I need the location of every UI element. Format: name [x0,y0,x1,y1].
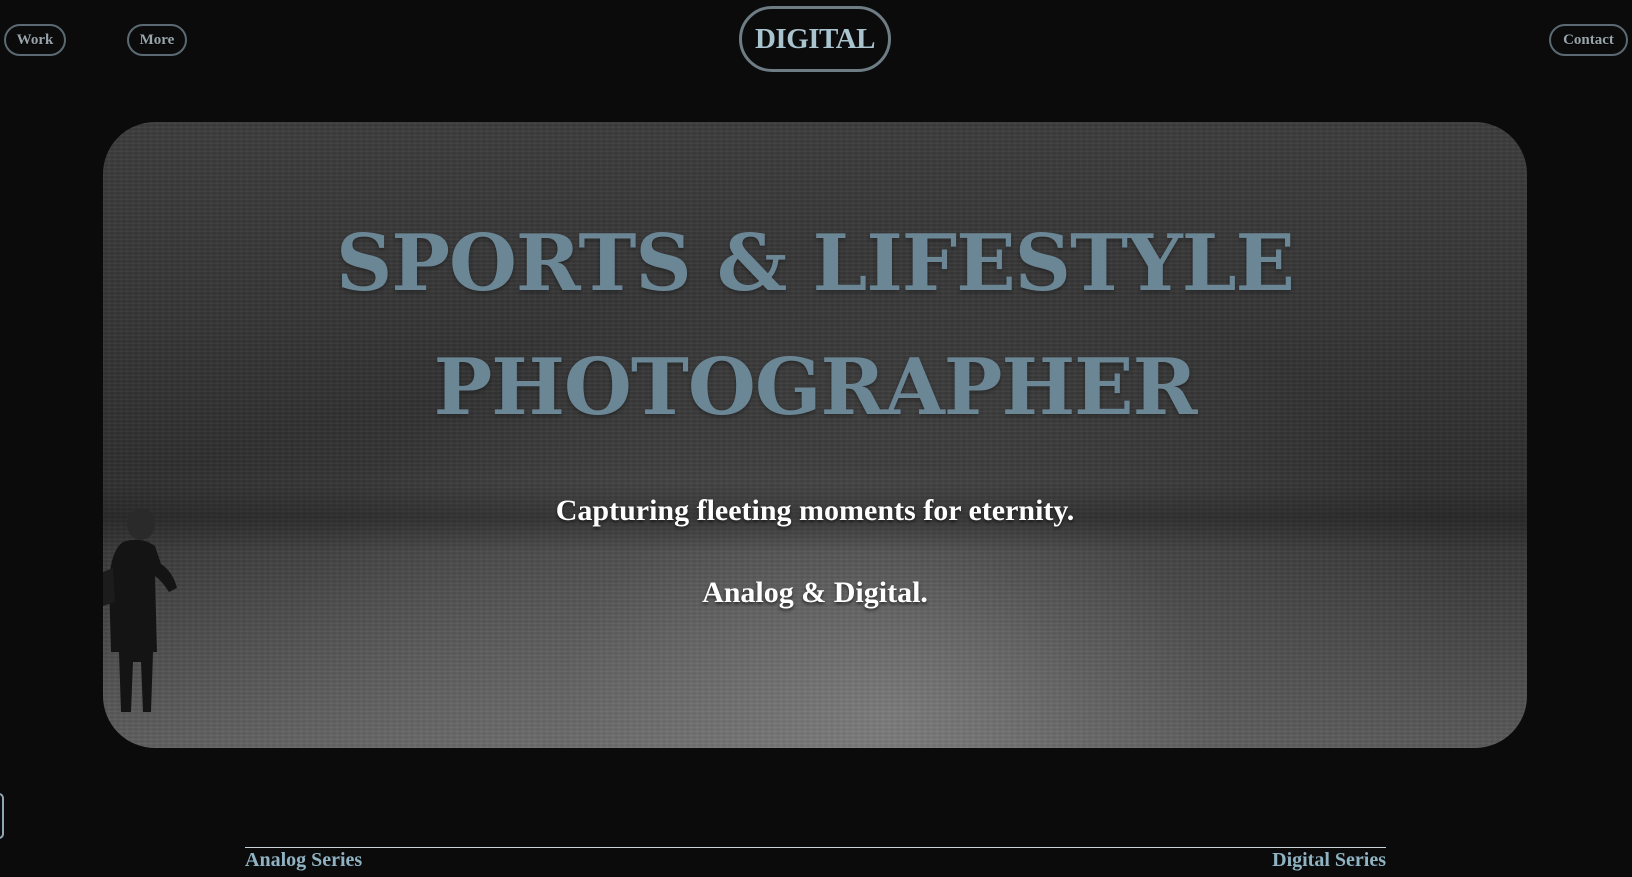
series-divider [245,847,1386,848]
hero-title-line-1: SPORTS & LIFESTYLE [336,218,1295,309]
nav-work-button[interactable]: Work [4,24,66,56]
focus-outline-indicator [0,793,4,839]
logo-button[interactable]: DIGITAL [739,6,891,72]
page: Work More DIGITAL Contact SPORTS & LIFES… [0,0,1632,877]
digital-series-link[interactable]: Digital Series [1272,849,1386,872]
hero-tagline: Capturing fleeting moments for eternity. [555,494,1075,527]
hero-banner: SPORTS & LIFESTYLE PHOTOGRAPHER Capturin… [103,122,1527,748]
nav-contact-button[interactable]: Contact [1549,24,1628,56]
analog-series-link[interactable]: Analog Series [245,849,362,872]
hero-media-note: Analog & Digital. [702,576,928,609]
nav-more-button[interactable]: More [127,24,187,56]
hero-title: SPORTS & LIFESTYLE PHOTOGRAPHER [103,202,1527,450]
person-silhouette-image [103,508,177,712]
hero-title-line-2: PHOTOGRAPHER [433,342,1198,433]
